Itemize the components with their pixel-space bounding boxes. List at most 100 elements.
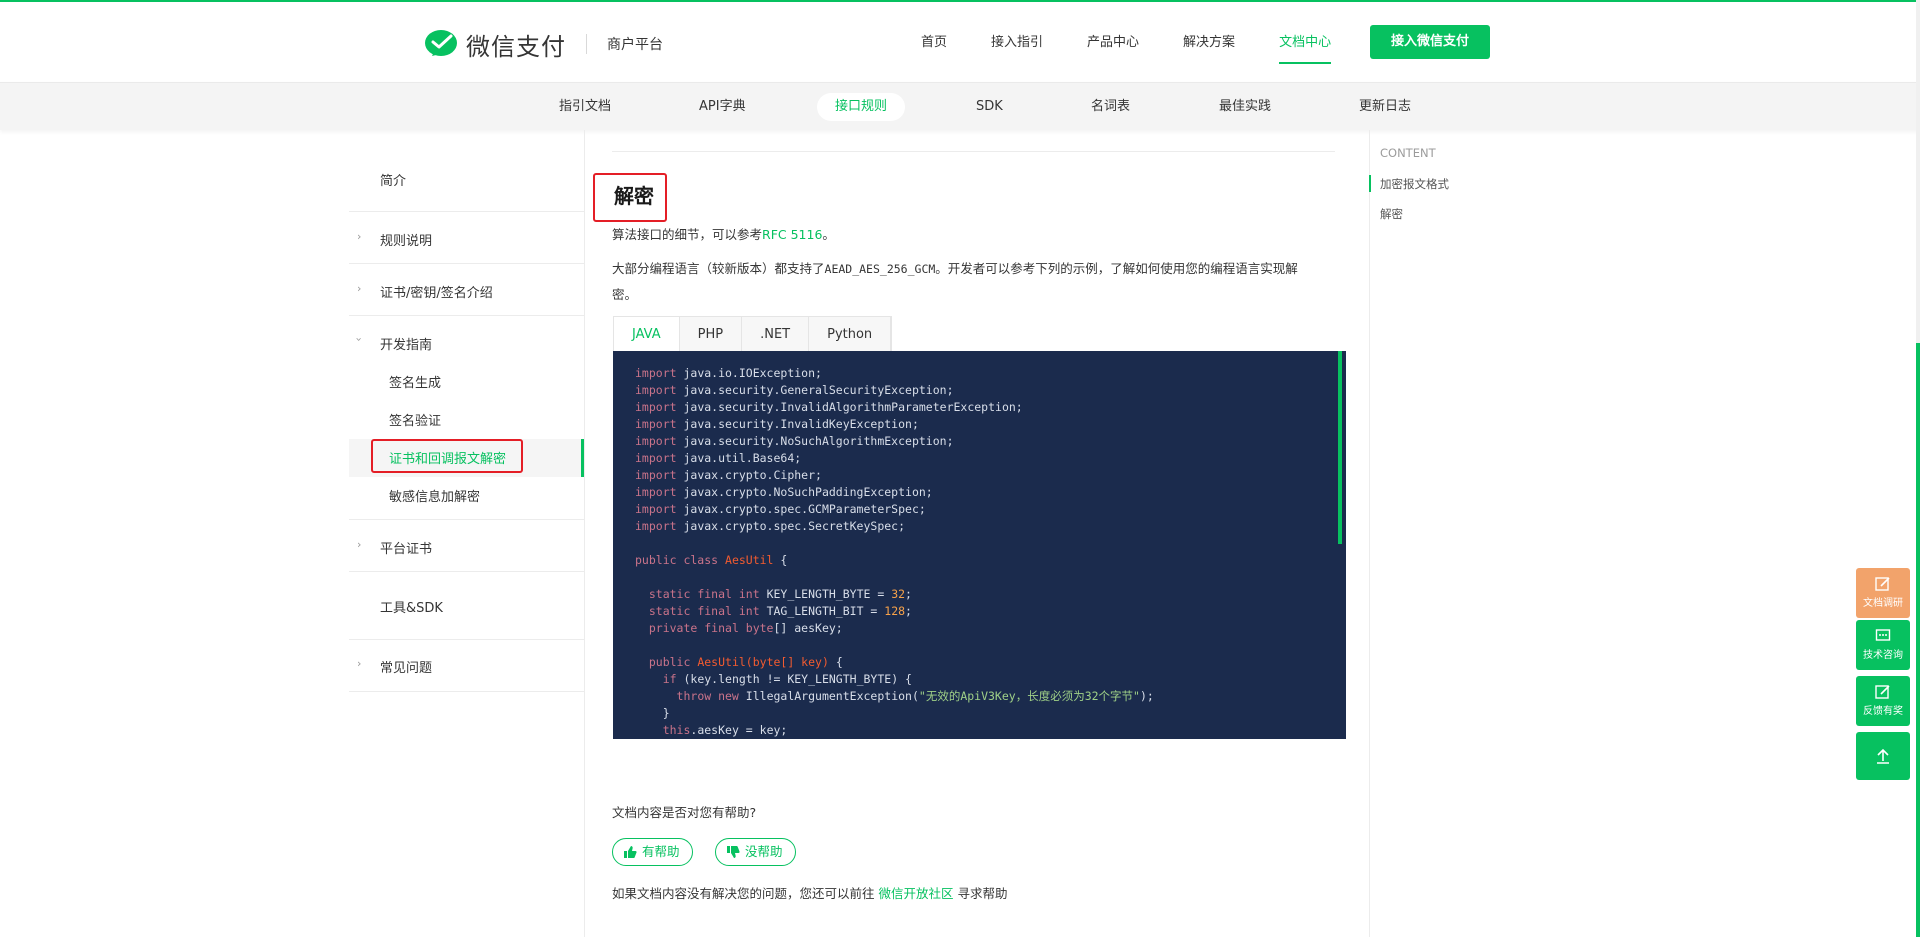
top-nav-home[interactable]: 首页 (921, 26, 947, 62)
tab-php[interactable]: PHP (680, 317, 743, 352)
code-field-modifier: private final byte (648, 621, 774, 635)
thumbs-up-icon (624, 846, 637, 858)
wechat-community-link[interactable]: 微信开放社区 (879, 886, 954, 901)
tab-java[interactable]: JAVA (614, 317, 680, 352)
sidebar-item-faq[interactable]: 常见问题 (349, 657, 585, 676)
code-class-keyword: public class (635, 553, 726, 567)
top-nav-solutions[interactable]: 解决方案 (1183, 26, 1235, 62)
brand-separator (586, 34, 587, 54)
highlight-box-title (593, 173, 667, 222)
sidebar-divider (349, 691, 585, 692)
wechat-pay-logo-icon (425, 30, 457, 56)
code-throw-end: ); (1139, 689, 1154, 703)
join-wechat-pay-button[interactable]: 接入微信支付 (1370, 25, 1490, 59)
sidebar-item-sensitive-info[interactable]: 敏感信息加解密 (349, 486, 585, 505)
sidebar-divider (349, 519, 585, 520)
code-content: import java.io.IOException; import java.… (635, 366, 1154, 737)
code-if-keyword: if (662, 672, 684, 686)
sidebar-item-certificates[interactable]: 证书/密钥/签名介绍 (349, 282, 585, 301)
code-import-line: java.io.IOException; (676, 366, 822, 380)
page-scrollbar-thumb[interactable] (1916, 343, 1920, 937)
code-this-assign: .aesKey = key; (690, 723, 788, 737)
tech-consult-button[interactable]: 技术咨询 (1856, 620, 1910, 670)
code-ctor-params: (byte[] key) (745, 655, 829, 669)
sidebar-divider (349, 263, 585, 264)
sub-nav-guide-docs[interactable]: 指引文档 (541, 93, 629, 121)
language-tabs: JAVA PHP .NET Python (613, 316, 893, 352)
tab-dotnet[interactable]: .NET (742, 317, 810, 352)
toc-heading: CONTENT (1380, 146, 1436, 160)
chat-icon (1875, 629, 1891, 641)
code-class-name: AesUtil (725, 553, 774, 567)
doc-sidebar: 简介 › 规则说明 › 证书/密钥/签名介绍 › 开发指南 签名生成 签名验证 … (349, 130, 585, 937)
code-field-value: 32 (891, 587, 906, 601)
help-text: 如果文档内容没有解决您的问题，您还可以前往 微信开放社区 寻求帮助 (612, 883, 1008, 902)
code-import-line: java.util.Base64; (676, 451, 802, 465)
sub-nav-best-practices[interactable]: 最佳实践 (1201, 93, 1289, 121)
doc-survey-button[interactable]: 文档调研 (1856, 568, 1910, 618)
sub-nav-glossary[interactable]: 名词表 (1073, 93, 1148, 121)
paragraph-aead: 大部分编程语言（较新版本）都支持了AEAD_AES_256_GCM。开发者可以参… (612, 256, 1332, 307)
toc-active-indicator (1369, 175, 1371, 192)
toc-item-encrypted-format[interactable]: 加密报文格式 (1380, 176, 1449, 192)
sub-nav-interface-rules[interactable]: 接口规则 (817, 93, 906, 121)
code-ctor-open: { (828, 655, 843, 669)
code-throw-keyword: throw new (676, 689, 746, 703)
doc-survey-label: 文档调研 (1863, 598, 1903, 609)
brand-logo[interactable]: 微信支付 商户平台 (424, 26, 663, 62)
not-helpful-label: 没帮助 (745, 844, 783, 859)
sidebar-divider (349, 571, 585, 572)
code-import-line: java.security.NoSuchAlgorithmException; (676, 434, 954, 448)
rfc-5116-link[interactable]: RFC 5116 (762, 227, 822, 242)
thumbs-down-icon (727, 846, 740, 858)
highlight-box-sidebar (371, 439, 523, 473)
paragraph-rfc-suffix: 。 (822, 227, 835, 242)
sub-nav: 指引文档 API字典 接口规则 SDK 名词表 最佳实践 更新日志 (0, 82, 1918, 130)
top-nav-products[interactable]: 产品中心 (1087, 26, 1139, 62)
sub-nav-api-dictionary[interactable]: API字典 (681, 93, 764, 121)
sidebar-item-sign-verify[interactable]: 签名验证 (349, 410, 585, 429)
sub-nav-sdk[interactable]: SDK (958, 93, 1021, 121)
top-nav-guide[interactable]: 接入指引 (991, 26, 1043, 62)
brand-sub-title: 商户平台 (607, 37, 663, 53)
helpful-label: 有帮助 (642, 844, 680, 859)
code-scrollbar[interactable] (1338, 351, 1342, 544)
brand-name: 微信支付 (466, 32, 566, 61)
code-import-line: java.security.InvalidAlgorithmParameterE… (676, 400, 1023, 414)
table-of-contents: CONTENT 加密报文格式 解密 (1369, 130, 1569, 937)
top-nav-docs[interactable]: 文档中心 (1279, 26, 1332, 64)
arrow-up-icon (1877, 748, 1889, 764)
code-import-line: javax.crypto.spec.GCMParameterSpec; (676, 502, 926, 516)
tab-python[interactable]: Python (809, 317, 892, 352)
sidebar-divider (349, 315, 585, 316)
sidebar-item-sign-generate[interactable]: 签名生成 (349, 372, 585, 391)
paragraph-aead-suffix: 。开发者可以参考下列的示例，了解如何使用您的编程语言实现解 (935, 261, 1298, 276)
sidebar-item-dev-guide[interactable]: 开发指南 (349, 334, 585, 353)
help-text-prefix: 如果文档内容没有解决您的问题，您还可以前往 (612, 886, 875, 901)
code-field-value: 128 (884, 604, 906, 618)
code-field-decl: [] aesKey; (773, 621, 843, 635)
toc-item-decrypt[interactable]: 解密 (1380, 206, 1403, 222)
feedback-reward-label: 反馈有奖 (1863, 706, 1903, 717)
code-close-brace: } (662, 706, 670, 720)
help-text-suffix: 寻求帮助 (957, 886, 1008, 901)
code-class-open: { (773, 553, 788, 567)
helpful-button[interactable]: 有帮助 (612, 838, 693, 866)
not-helpful-button[interactable]: 没帮助 (715, 838, 796, 866)
code-ctor-modifier: public (648, 655, 698, 669)
code-import-line: javax.crypto.spec.SecretKeySpec; (676, 519, 906, 533)
site-header: 微信支付 商户平台 首页 接入指引 产品中心 解决方案 文档中心 接入微信支付 (0, 2, 1920, 82)
code-import-line: javax.crypto.Cipher; (676, 468, 822, 482)
code-block[interactable]: import java.io.IOException; import java.… (613, 351, 1346, 739)
sidebar-item-tools-sdk[interactable]: 工具&SDK (349, 597, 585, 616)
sidebar-item-rules[interactable]: 规则说明 (349, 230, 585, 249)
sidebar-item-platform-cert[interactable]: 平台证书 (349, 538, 585, 557)
code-field-decl: KEY_LENGTH_BYTE = (766, 587, 892, 601)
code-import-line: java.security.InvalidKeyException; (676, 417, 919, 431)
feedback-reward-button[interactable]: 反馈有奖 (1856, 676, 1910, 726)
sub-nav-changelog[interactable]: 更新日志 (1341, 93, 1429, 121)
code-if-condition: (key.length != KEY_LENGTH_BYTE) { (683, 672, 912, 686)
feedback-edit-icon (1875, 685, 1890, 699)
back-to-top-button[interactable] (1856, 732, 1910, 780)
sidebar-item-intro[interactable]: 简介 (349, 170, 585, 189)
